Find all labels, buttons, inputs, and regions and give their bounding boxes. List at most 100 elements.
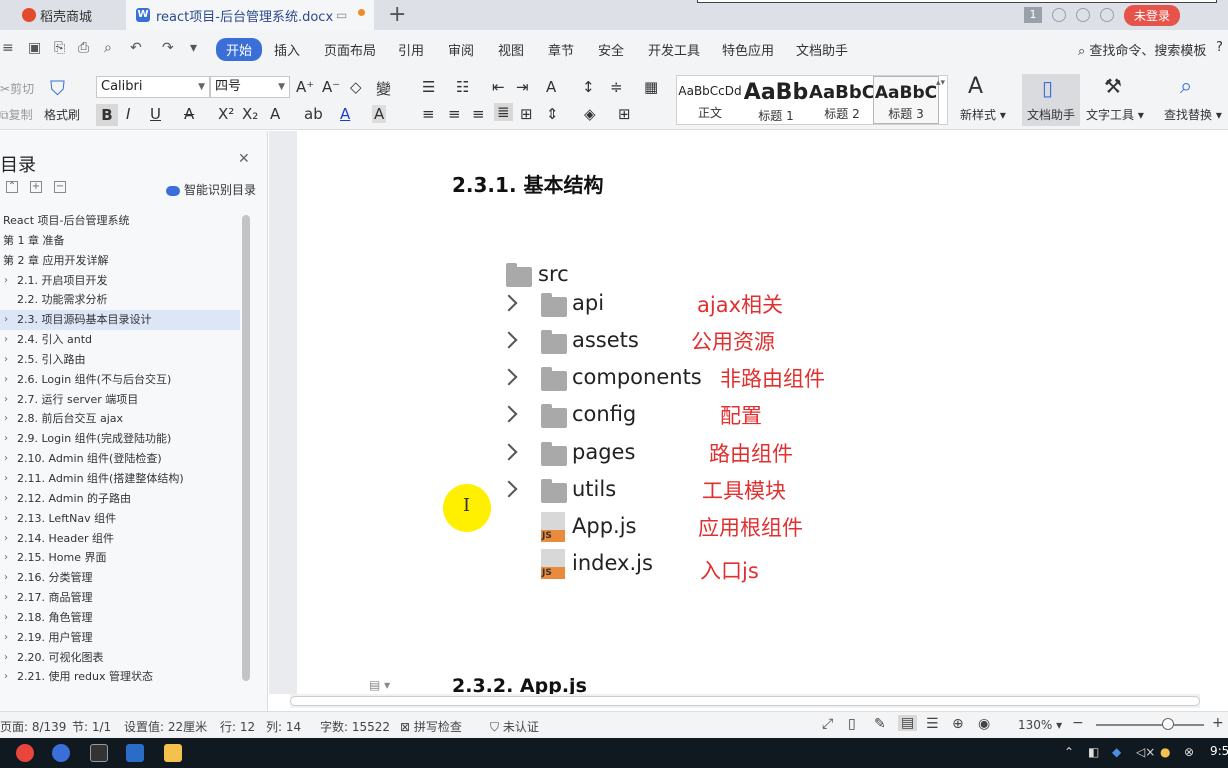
menu-view[interactable]: 视图	[498, 40, 524, 59]
menu-dev-tools[interactable]: 开发工具	[648, 40, 700, 59]
chevron-right-icon[interactable]	[500, 405, 518, 423]
underline-button[interactable]: U	[150, 105, 161, 123]
zoom-out-icon[interactable]: −	[1072, 715, 1084, 731]
doc-helper-button[interactable]: ▯ 文档助手	[1022, 74, 1080, 126]
clear-format-icon[interactable]: ◇	[350, 78, 362, 96]
skin-icon[interactable]	[1075, 8, 1090, 22]
text-effect-button[interactable]: A	[270, 105, 280, 123]
align-right-icon[interactable]: ≡	[472, 105, 485, 123]
toc-item[interactable]: › 2.19. 用户管理	[0, 628, 240, 648]
menu-toggle-icon[interactable]: ≡	[2, 40, 18, 56]
toc-item[interactable]: 第 2 章 应用开发详解	[0, 251, 240, 271]
numbered-list-icon[interactable]: ☷	[456, 78, 469, 96]
zoom-slider[interactable]	[1096, 724, 1204, 726]
outline-view-icon[interactable]: ☰	[926, 716, 939, 732]
chevron-right-icon[interactable]	[500, 480, 518, 498]
borders-icon[interactable]: ⊞	[618, 105, 631, 123]
tray-app-icon[interactable]: ◧	[1088, 745, 1102, 759]
strikethrough-button[interactable]: A	[184, 105, 194, 123]
bold-button[interactable]: B	[96, 104, 118, 126]
document-area[interactable]: 2.3.1. 基本结构 src api ajax相关 assets 公用资源 compo…	[269, 131, 1228, 694]
chevron-right-icon[interactable]: ›	[4, 489, 8, 509]
style-heading3[interactable]: AaBbC 标题 3	[873, 76, 939, 124]
increase-indent-icon[interactable]: ⇥	[516, 78, 529, 96]
login-button[interactable]: 未登录	[1123, 4, 1180, 26]
toc-item[interactable]: 2.2. 功能需求分析	[0, 290, 240, 310]
show-marks-icon[interactable]: ▦	[644, 78, 658, 96]
document-page[interactable]: 2.3.1. 基本结构 src api ajax相关 assets 公用资源 compo…	[297, 131, 1228, 694]
toc-item[interactable]: › 2.21. 使用 redux 管理状态	[0, 667, 240, 687]
find-icon[interactable]: ⌕	[1180, 74, 1192, 99]
chevron-right-icon[interactable]: ›	[4, 568, 8, 588]
menu-start[interactable]: 开始	[216, 38, 263, 61]
paste-options-icon[interactable]: ▤ ▾	[369, 678, 390, 692]
new-style-button[interactable]: 新样式 ▾	[960, 106, 1006, 123]
menu-security[interactable]: 安全	[598, 40, 624, 59]
chevron-right-icon[interactable]: ›	[4, 667, 8, 687]
paragraph-spacing-icon[interactable]: ⇕	[546, 105, 559, 123]
justify-icon[interactable]: ≣	[494, 103, 513, 121]
status-word-count[interactable]: 字数: 15522	[320, 718, 390, 735]
toc-item[interactable]: › 2.14. Header 组件	[0, 529, 240, 549]
italic-button[interactable]: I	[126, 105, 130, 123]
font-name-select[interactable]: Calibri ▼	[96, 76, 210, 98]
toc-item[interactable]: › 2.18. 角色管理	[0, 608, 240, 628]
page-view-icon[interactable]: ▤	[898, 715, 918, 731]
tray-expand-icon[interactable]: ⌃	[1064, 745, 1078, 759]
font-color-button[interactable]: A	[340, 105, 350, 123]
sort-icon[interactable]: ↕	[582, 78, 595, 96]
toc-item[interactable]: › 2.4. 引入 antd	[0, 330, 240, 350]
toc-item[interactable]: › 2.17. 商品管理	[0, 588, 240, 608]
new-style-icon[interactable]: A	[968, 74, 983, 99]
menu-page-layout[interactable]: 页面布局	[324, 40, 376, 59]
shrink-font-icon[interactable]: A⁻	[322, 78, 340, 96]
phonetic-icon[interactable]: 變	[376, 78, 391, 99]
char-shading-button[interactable]: A	[372, 105, 387, 123]
menu-insert[interactable]: 插入	[274, 40, 300, 59]
align-left-icon[interactable]: ≡	[422, 105, 435, 123]
style-heading2[interactable]: AaBbC 标题 2	[809, 76, 875, 124]
status-page[interactable]: 页面: 8/139	[0, 718, 66, 735]
expand-icon[interactable]: +	[30, 181, 42, 193]
style-normal[interactable]: AaBbCcDd 正文	[677, 76, 743, 124]
wps-icon[interactable]	[52, 744, 70, 762]
toc-item[interactable]: › 2.10. Admin 组件(登陆检查)	[0, 449, 240, 469]
monitor-icon[interactable]: ▭	[336, 8, 347, 22]
shading-icon[interactable]: ◈	[584, 105, 596, 123]
chevron-right-icon[interactable]: ›	[4, 310, 8, 330]
add-tab-button[interactable]: +	[388, 2, 406, 27]
chevron-right-icon[interactable]: ›	[4, 529, 8, 549]
toc-scrollbar[interactable]	[242, 215, 250, 681]
reading-mode-icon[interactable]: ▯	[848, 716, 856, 732]
toc-item[interactable]: › 2.8. 前后台交互 ajax	[0, 409, 240, 429]
chevron-right-icon[interactable]: ›	[4, 608, 8, 628]
menu-references[interactable]: 引用	[398, 40, 424, 59]
toc-item[interactable]: › 2.1. 开启项目开发	[0, 271, 240, 291]
chevron-right-icon[interactable]: ›	[4, 350, 8, 370]
spell-check-button[interactable]: ⊠ 拼写检查	[400, 718, 462, 735]
sync-icon[interactable]	[1051, 8, 1066, 22]
web-view-icon[interactable]: ⊕	[952, 716, 964, 732]
chevron-right-icon[interactable]: ›	[4, 271, 8, 291]
chevron-right-icon[interactable]	[500, 294, 518, 312]
decrease-indent-icon[interactable]: ⇤	[492, 78, 505, 96]
format-painter-icon[interactable]: ⛉	[50, 76, 65, 100]
search-command[interactable]: ⌕ 查找命令、搜索模板	[1078, 40, 1206, 59]
tray-color-icon[interactable]: ●	[1160, 745, 1174, 759]
redo-icon[interactable]: ↷	[162, 40, 178, 56]
save-icon[interactable]: ▣	[28, 40, 44, 56]
subscript-button[interactable]: X₂	[242, 105, 258, 123]
toc-item[interactable]: › 2.11. Admin 组件(搭建整体结构)	[0, 469, 240, 489]
style-heading1[interactable]: AaBb 标题 1	[743, 76, 809, 124]
eye-protection-icon[interactable]: ◉	[978, 716, 990, 732]
chevron-right-icon[interactable]: ›	[4, 588, 8, 608]
collapse-all-icon[interactable]: ⌃	[6, 181, 18, 193]
grow-font-icon[interactable]: A⁺	[296, 78, 314, 96]
find-replace-button[interactable]: 查找替换 ▾	[1164, 106, 1222, 123]
collapse-icon[interactable]: −	[54, 181, 66, 193]
zoom-slider-thumb[interactable]	[1162, 718, 1174, 730]
toc-item[interactable]: › 2.9. Login 组件(完成登陆功能)	[0, 429, 240, 449]
quick-access-more-icon[interactable]: ▾	[190, 40, 206, 56]
menu-review[interactable]: 审阅	[448, 40, 474, 59]
file-explorer-icon[interactable]	[164, 744, 182, 762]
